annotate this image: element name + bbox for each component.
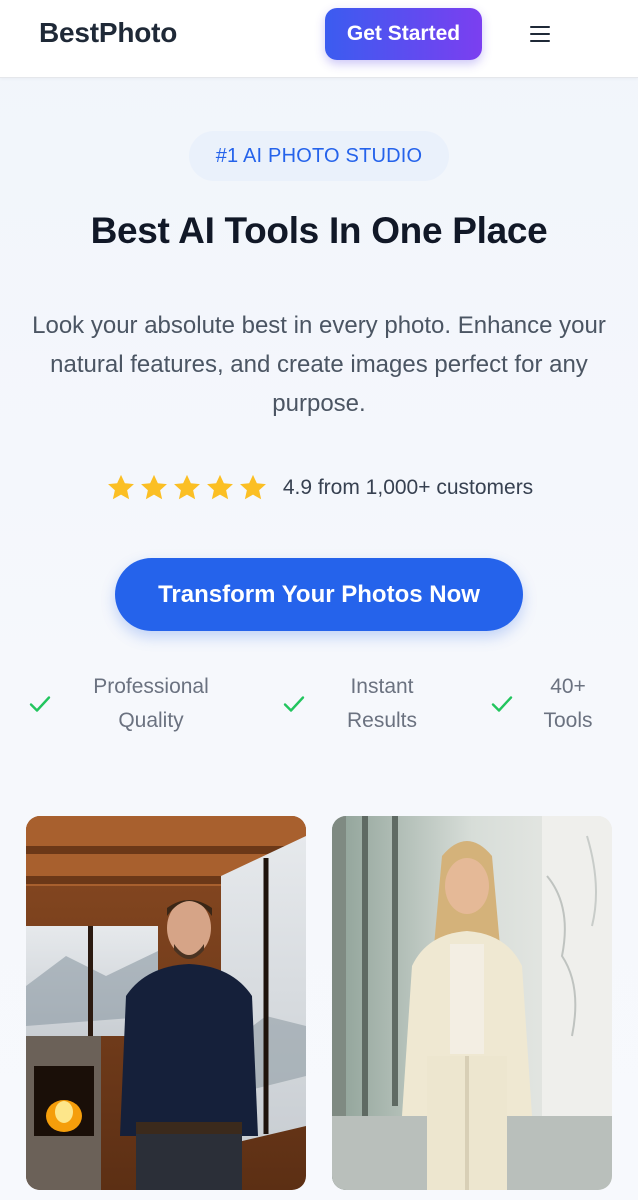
feature-professional-quality: Professional Quality	[26, 670, 246, 740]
rating-row: 4.9 from 1,000+ customers	[0, 470, 638, 506]
check-icon	[283, 696, 305, 712]
star-icon	[107, 474, 134, 500]
feature-40-tools: 40+ Tools	[490, 670, 620, 740]
check-icon	[491, 696, 513, 712]
page-title: Best AI Tools In One Place	[90, 210, 548, 251]
feature-label: 40+ Tools	[543, 675, 593, 732]
star-icon	[206, 474, 233, 500]
photo-illustration	[26, 816, 306, 1190]
star-icon	[140, 474, 167, 500]
logo[interactable]: BestPhoto	[39, 17, 177, 49]
get-started-button[interactable]: Get Started	[325, 8, 482, 60]
photo-illustration	[332, 816, 612, 1190]
feature-instant-results: Instant Results	[280, 670, 440, 740]
rating-text: 4.9 from 1,000+ customers	[282, 476, 534, 499]
star-icon	[239, 474, 266, 500]
check-icon	[29, 696, 51, 712]
hero-badge: #1 AI PHOTO STUDIO	[189, 131, 449, 181]
star-rating	[105, 472, 269, 504]
man-in-cabin-photo[interactable]	[26, 816, 306, 1190]
transform-photos-button[interactable]: Transform Your Photos Now	[115, 558, 523, 631]
feature-label: Professional Quality	[93, 675, 209, 732]
feature-label: Instant Results	[346, 675, 418, 732]
top-header: BestPhoto Get Started	[0, 0, 638, 78]
menu-icon[interactable]	[524, 20, 556, 48]
hero-subtitle: Look your absolute best in every photo. …	[32, 312, 606, 417]
woman-in-white-suit-photo[interactable]	[332, 816, 612, 1190]
star-icon	[173, 474, 200, 500]
